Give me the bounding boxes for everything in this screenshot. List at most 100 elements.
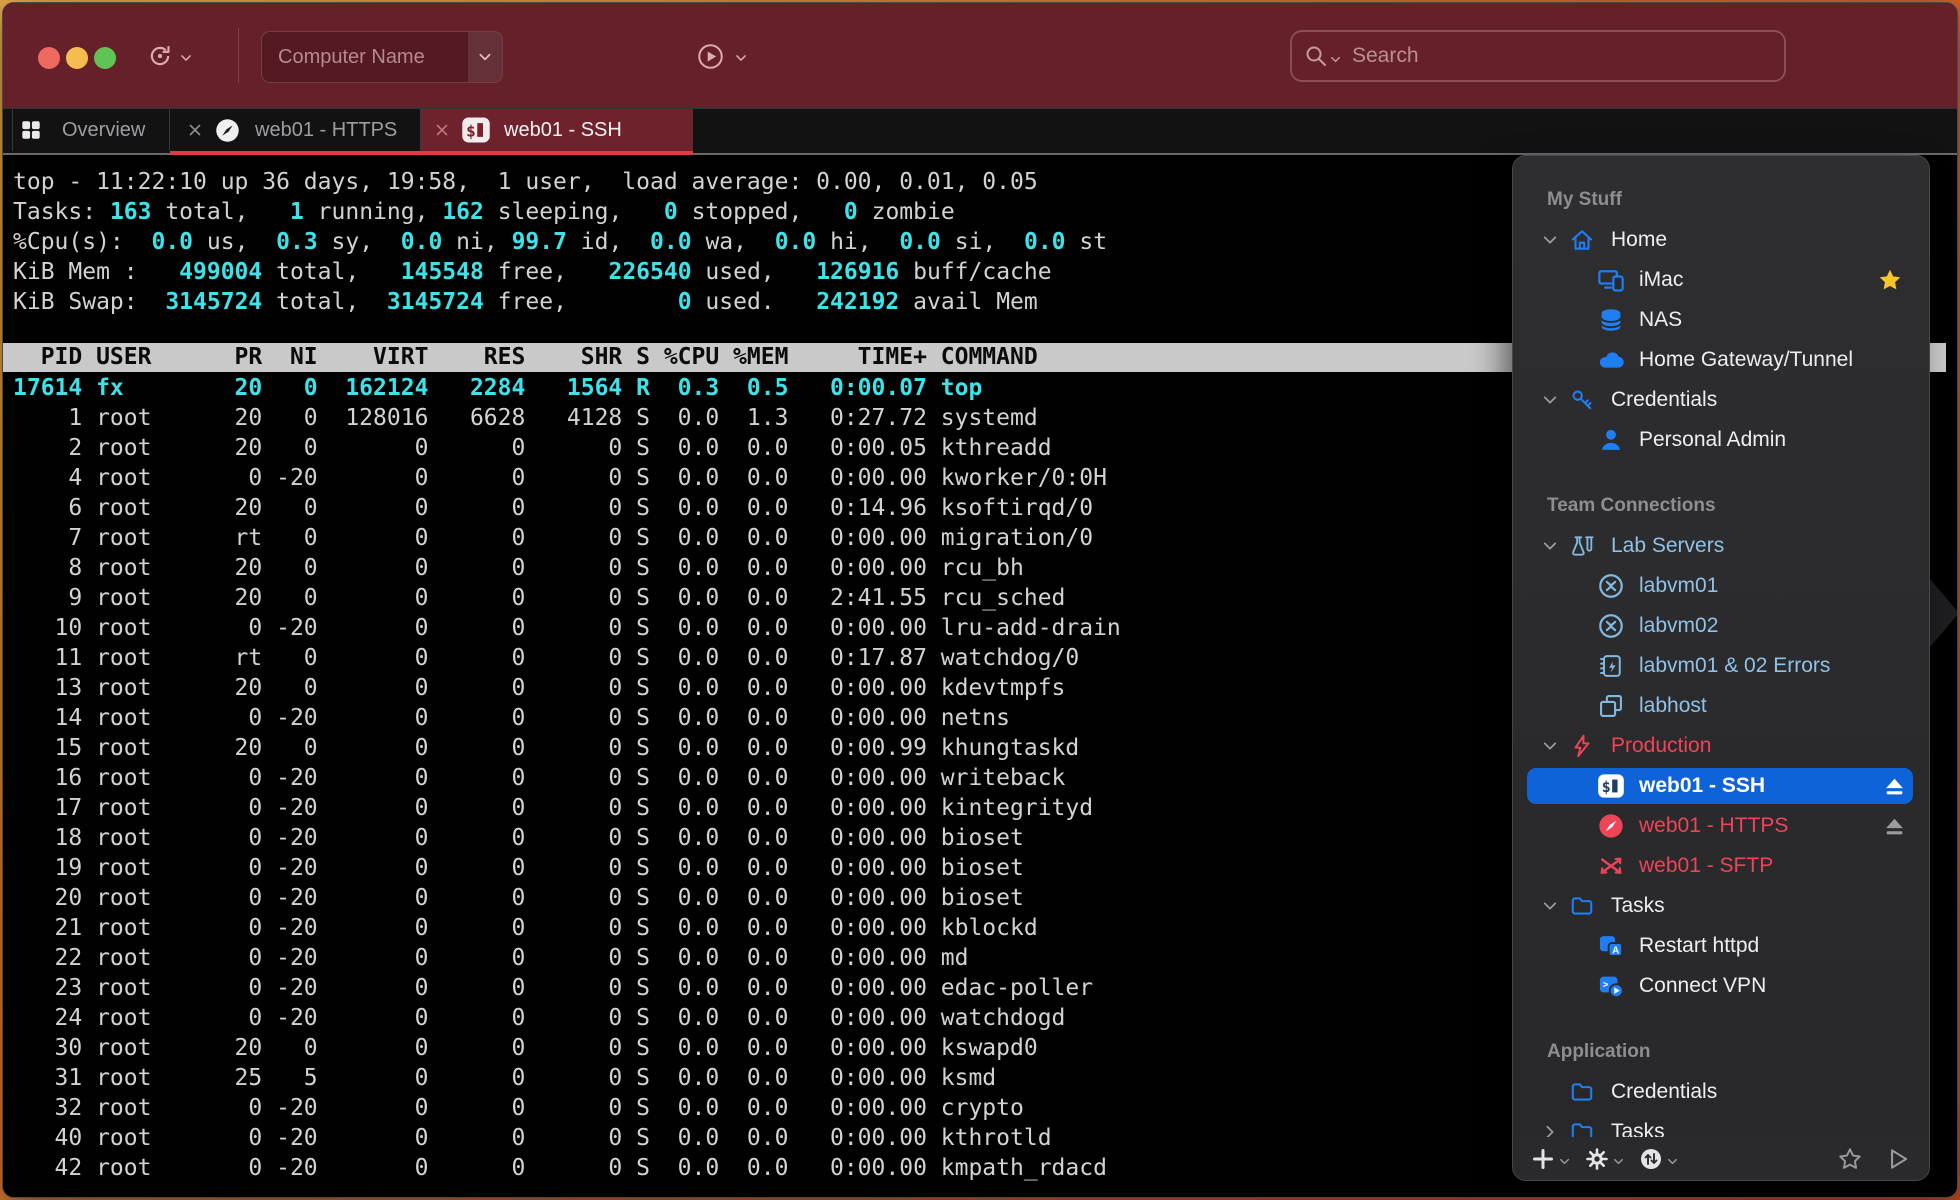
chevron-down-icon[interactable] xyxy=(179,51,193,65)
combobox-chevron[interactable] xyxy=(468,32,502,82)
section-header: Team Connections xyxy=(1513,486,1929,526)
sidebar-item-label: Home xyxy=(1611,220,1667,260)
traffic-light-zoom[interactable] xyxy=(94,47,116,69)
sidebar-item-tasks[interactable]: Tasks xyxy=(1513,1112,1929,1137)
sidebar-item-label: Credentials xyxy=(1611,380,1717,420)
sidebar-item-label: Tasks xyxy=(1611,1112,1665,1137)
sidebar-item-production[interactable]: Production xyxy=(1513,726,1929,766)
sidebar-section: Team ConnectionsLab Serverslabvm01labvm0… xyxy=(1513,486,1929,1006)
process-row: 14 root 0 -20 0 0 0 S 0.0 0.0 0:00.00 ne… xyxy=(13,703,1121,733)
sidebar-item-label: Connect VPN xyxy=(1639,966,1766,1006)
chevron-down-icon[interactable] xyxy=(1541,737,1559,755)
sidebar-item-lab-servers[interactable]: Lab Servers xyxy=(1513,526,1929,566)
sidebar-item-imac[interactable]: iMac xyxy=(1513,260,1929,300)
panel-toolbar xyxy=(1513,1137,1929,1180)
lightning-icon xyxy=(1569,733,1595,759)
sidebar-item-label: NAS xyxy=(1639,300,1682,340)
sidebar-item-label: Personal Admin xyxy=(1639,420,1786,460)
process-row: 2 root 20 0 0 0 0 S 0.0 0.0 0:00.05 kthr… xyxy=(13,433,1121,463)
process-row: 15 root 20 0 0 0 0 S 0.0 0.0 0:00.99 khu… xyxy=(13,733,1121,763)
chevron-down-icon[interactable] xyxy=(1329,53,1342,66)
sidebar-item-tasks[interactable]: Tasks xyxy=(1513,886,1929,926)
connect-button[interactable] xyxy=(1885,1146,1911,1172)
tab-label: web01 - HTTPS xyxy=(255,119,397,142)
search-input[interactable] xyxy=(1346,43,1772,69)
process-row: 17614 fx 20 0 162124 2284 1564 R 0.3 0.5… xyxy=(13,373,1121,403)
process-row: 20 root 0 -20 0 0 0 S 0.0 0.0 0:00.00 bi… xyxy=(13,883,1121,913)
connect-play-button[interactable] xyxy=(697,43,724,70)
favorites-filter-button[interactable] xyxy=(1837,1146,1863,1172)
sidebar-item-label: Tasks xyxy=(1611,886,1665,926)
sidebar-section: My StuffHomeiMacNASHome Gateway/TunnelCr… xyxy=(1513,180,1929,460)
search-icon xyxy=(1304,44,1328,68)
app-task-icon: A xyxy=(1597,932,1625,960)
chevron-down-icon[interactable] xyxy=(1541,231,1559,249)
sidebar-item-home[interactable]: Home xyxy=(1513,220,1929,260)
desktop: { "titlebar": { "computer_name_placehold… xyxy=(0,0,1960,1200)
sidebar-item-restart-httpd[interactable]: ARestart httpd xyxy=(1513,926,1929,966)
sidebar-item-credentials[interactable]: Credentials xyxy=(1513,380,1929,420)
folder-icon xyxy=(1569,893,1595,919)
reconnect-icon[interactable] xyxy=(147,43,173,69)
chevron-down-icon[interactable] xyxy=(1541,897,1559,915)
process-row: 9 root 20 0 0 0 0 S 0.0 0.0 2:41.55 rcu_… xyxy=(13,583,1121,613)
chevron-down-icon[interactable] xyxy=(734,51,748,65)
svg-text:$: $ xyxy=(1602,778,1611,796)
sidebar-item-nas[interactable]: NAS xyxy=(1513,300,1929,340)
sidebar-section: ApplicationCredentialsTasks xyxy=(1513,1032,1929,1137)
compass-icon xyxy=(1597,812,1625,840)
search-field[interactable] xyxy=(1290,30,1786,82)
chevron-down-icon[interactable] xyxy=(1558,1155,1571,1168)
tab-label: web01 - SSH xyxy=(504,119,622,142)
eject-disconnect-button[interactable] xyxy=(1882,774,1907,799)
add-button[interactable] xyxy=(1531,1147,1555,1171)
titlebar: Computer Name xyxy=(3,3,1957,108)
process-row: 18 root 0 -20 0 0 0 S 0.0 0.0 0:00.00 bi… xyxy=(13,823,1121,853)
process-row: 1 root 20 0 128016 6628 4128 S 0.0 1.3 0… xyxy=(13,403,1121,433)
sidebar-item-web01-ssh[interactable]: $web01 - SSH xyxy=(1513,766,1929,806)
tab-web01-ssh[interactable]: $ web01 - SSH xyxy=(421,109,693,151)
database-icon xyxy=(1597,306,1625,334)
sync-button[interactable] xyxy=(1639,1147,1663,1171)
process-row: 24 root 0 -20 0 0 0 S 0.0 0.0 0:00.00 wa… xyxy=(13,1003,1121,1033)
remote-session-icon xyxy=(1597,572,1625,600)
terminal-summary: top - 11:22:10 up 36 days, 19:58, 1 user… xyxy=(13,167,1107,317)
grid-icon xyxy=(20,119,42,141)
sidebar-item-labhost[interactable]: labhost xyxy=(1513,686,1929,726)
key-icon xyxy=(1569,387,1595,413)
favorite-star-icon[interactable] xyxy=(1877,267,1903,293)
computer-name-combobox[interactable]: Computer Name xyxy=(261,31,503,83)
chevron-down-icon[interactable] xyxy=(1612,1155,1625,1168)
terminal-summary-line: Tasks: 163 total, 1 running, 162 sleepin… xyxy=(13,197,1107,227)
chevron-down-icon[interactable] xyxy=(1666,1155,1679,1168)
svg-text:A: A xyxy=(1612,945,1619,956)
terminal-summary-line: %Cpu(s): 0.0 us, 0.3 sy, 0.0 ni, 99.7 id… xyxy=(13,227,1107,257)
process-row: 21 root 0 -20 0 0 0 S 0.0 0.0 0:00.00 kb… xyxy=(13,913,1121,943)
tab-overview[interactable]: Overview xyxy=(12,109,170,151)
process-row: 40 root 0 -20 0 0 0 S 0.0 0.0 0:00.00 kt… xyxy=(13,1123,1121,1153)
traffic-light-minimize[interactable] xyxy=(66,47,88,69)
close-icon[interactable] xyxy=(186,121,204,139)
tab-web01-https[interactable]: web01 - HTTPS xyxy=(170,109,421,151)
settings-gear-button[interactable] xyxy=(1585,1147,1609,1171)
sidebar-item-labvm01-02-errors[interactable]: labvm01 & 02 Errors xyxy=(1513,646,1929,686)
sidebar-item-label: Production xyxy=(1611,726,1711,766)
compass-icon xyxy=(214,117,241,144)
chevron-down-icon[interactable] xyxy=(1541,391,1559,409)
sidebar-item-connect-vpn[interactable]: >Connect VPN xyxy=(1513,966,1929,1006)
sidebar-item-home-gateway-tunnel[interactable]: Home Gateway/Tunnel xyxy=(1513,340,1929,380)
tab-label: Overview xyxy=(62,119,145,142)
sidebar-item-personal-admin[interactable]: Personal Admin xyxy=(1513,420,1929,460)
chevron-right-icon[interactable] xyxy=(1541,1123,1559,1137)
traffic-light-close[interactable] xyxy=(38,47,60,69)
sidebar-item-labvm02[interactable]: labvm02 xyxy=(1513,606,1929,646)
sidebar-item-label: labvm01 xyxy=(1639,566,1718,606)
sidebar-item-label: labvm02 xyxy=(1639,606,1718,646)
sidebar-item-web01-sftp[interactable]: web01 - SFTP xyxy=(1513,846,1929,886)
chevron-down-icon[interactable] xyxy=(1541,537,1559,555)
eject-disconnect-button[interactable] xyxy=(1882,814,1907,839)
sidebar-item-web01-https[interactable]: web01 - HTTPS xyxy=(1513,806,1929,846)
close-icon[interactable] xyxy=(433,121,451,139)
sidebar-item-credentials[interactable]: Credentials xyxy=(1513,1072,1929,1112)
sidebar-item-labvm01[interactable]: labvm01 xyxy=(1513,566,1929,606)
